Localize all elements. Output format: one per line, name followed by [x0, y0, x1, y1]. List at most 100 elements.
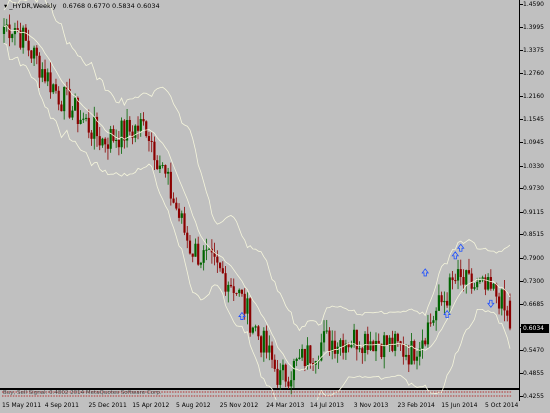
- bear-candle: [38, 55, 41, 78]
- bull-candle: [194, 243, 197, 257]
- y-tick-label: 0.4255: [520, 393, 544, 400]
- time-axis[interactable]: 15 May 2011 4 Sep 2011 25 Dec 2011 15 Apr 2…: [0, 401, 520, 413]
- bear-candle: [60, 104, 63, 112]
- collapse-icon[interactable]: ▾: [4, 2, 7, 10]
- bull-candle: [437, 295, 440, 311]
- bull-candle: [448, 277, 451, 306]
- bear-candle: [265, 330, 268, 353]
- bear-candle: [177, 208, 181, 218]
- bull-candle: [202, 250, 205, 263]
- bear-candle: [235, 292, 238, 294]
- chart-window[interactable]: ▾ _HYDR,Weekly 0.6768 0.6770 0.5834 0.6034…: [0, 0, 550, 413]
- bear-candle: [249, 298, 252, 333]
- bear-candle: [216, 256, 219, 263]
- bear-candle: [68, 88, 71, 118]
- bear-candle: [175, 202, 178, 209]
- bull-candle: [336, 346, 339, 354]
- bull-candle: [295, 358, 298, 361]
- bull-candle: [281, 364, 285, 371]
- candlestick-chart[interactable]: [0, 0, 519, 400]
- bull-candle: [208, 248, 211, 250]
- middle-band: [3, 25, 511, 371]
- bear-candle: [197, 243, 200, 265]
- bear-candle: [49, 72, 52, 93]
- x-tick-label: 3 Nov 2013: [353, 402, 389, 409]
- bear-candle: [257, 326, 260, 337]
- bull-candle: [298, 357, 301, 359]
- bull-candle: [432, 320, 435, 323]
- bear-candle: [27, 40, 30, 51]
- bull-candle: [363, 333, 367, 354]
- bear-candle: [87, 117, 90, 133]
- bull-candle: [167, 171, 170, 174]
- x-tick-label: 15 May 2011: [2, 402, 42, 409]
- bull-candle: [339, 340, 342, 347]
- bear-candle: [489, 277, 492, 289]
- x-tick-label: 15 Jun 2014: [441, 402, 478, 409]
- bear-candle: [385, 335, 389, 346]
- bear-candle: [8, 24, 11, 39]
- bull-candle: [292, 360, 296, 381]
- bull-candle: [394, 333, 397, 351]
- y-tick-label: 1.4590: [520, 1, 544, 8]
- bull-candle: [101, 138, 104, 146]
- bear-candle: [172, 198, 175, 203]
- bear-candle: [90, 132, 93, 139]
- bull-candle: [410, 341, 413, 365]
- bear-candle: [260, 336, 263, 353]
- bull-candle: [478, 280, 482, 282]
- bear-candle: [24, 27, 27, 41]
- y-tick-label: 1.3375: [520, 47, 544, 55]
- bull-candle: [301, 348, 304, 358]
- bear-candle: [377, 340, 380, 344]
- bear-candle: [508, 300, 512, 329]
- bear-candle: [57, 90, 60, 105]
- bear-candle: [459, 269, 462, 278]
- x-tick-label: 4 Sep 2011: [44, 402, 79, 409]
- y-tick-label: 1.0330: [520, 162, 544, 170]
- bear-candle: [106, 144, 110, 149]
- bull-candle: [476, 281, 479, 288]
- bull-candle: [465, 270, 468, 285]
- bull-candle: [268, 345, 271, 353]
- bear-candle: [355, 329, 358, 350]
- bear-candle: [495, 283, 498, 297]
- bear-candle: [333, 340, 337, 354]
- bull-candle: [32, 47, 36, 59]
- bear-candle: [361, 348, 364, 354]
- bull-candle: [2, 26, 6, 34]
- bull-candle: [52, 84, 55, 93]
- bear-candle: [156, 160, 159, 170]
- bear-candle: [35, 47, 38, 56]
- bull-candle: [290, 380, 293, 387]
- x-tick-label: 24 Mar 2013: [266, 402, 305, 409]
- y-tick-label: 0.8515: [520, 231, 544, 239]
- bear-candle: [440, 295, 443, 303]
- bear-candle: [188, 240, 192, 254]
- buy-signal-arrow: [421, 268, 430, 277]
- bear-candle: [145, 121, 148, 137]
- bull-candle: [473, 287, 476, 289]
- sell-signal-arrow: [487, 299, 495, 308]
- bull-candle: [492, 283, 495, 289]
- bull-candle: [227, 284, 230, 292]
- bear-candle: [98, 136, 101, 146]
- y-tick-label: 0.4855: [520, 370, 544, 378]
- bear-candle: [43, 69, 47, 82]
- bull-candle: [63, 87, 66, 112]
- bull-candle: [358, 348, 361, 350]
- bull-candle: [350, 345, 353, 348]
- bear-candle: [328, 330, 331, 352]
- bear-candle: [270, 345, 274, 360]
- bear-candle: [142, 119, 145, 122]
- y-tick-label: 1.1545: [520, 116, 544, 124]
- price-axis[interactable]: 1.4590 1.3995 1.3375 1.2760 1.2160 1.1545 1.09…: [520, 0, 550, 400]
- y-tick-label: 0.9730: [520, 185, 544, 193]
- upper-band: [3, 0, 511, 332]
- bull-candle: [404, 354, 408, 357]
- bear-candle: [284, 364, 287, 382]
- bull-candle: [84, 117, 88, 119]
- bear-candle: [429, 322, 432, 324]
- bull-candle: [443, 300, 446, 303]
- bull-candle: [374, 340, 378, 352]
